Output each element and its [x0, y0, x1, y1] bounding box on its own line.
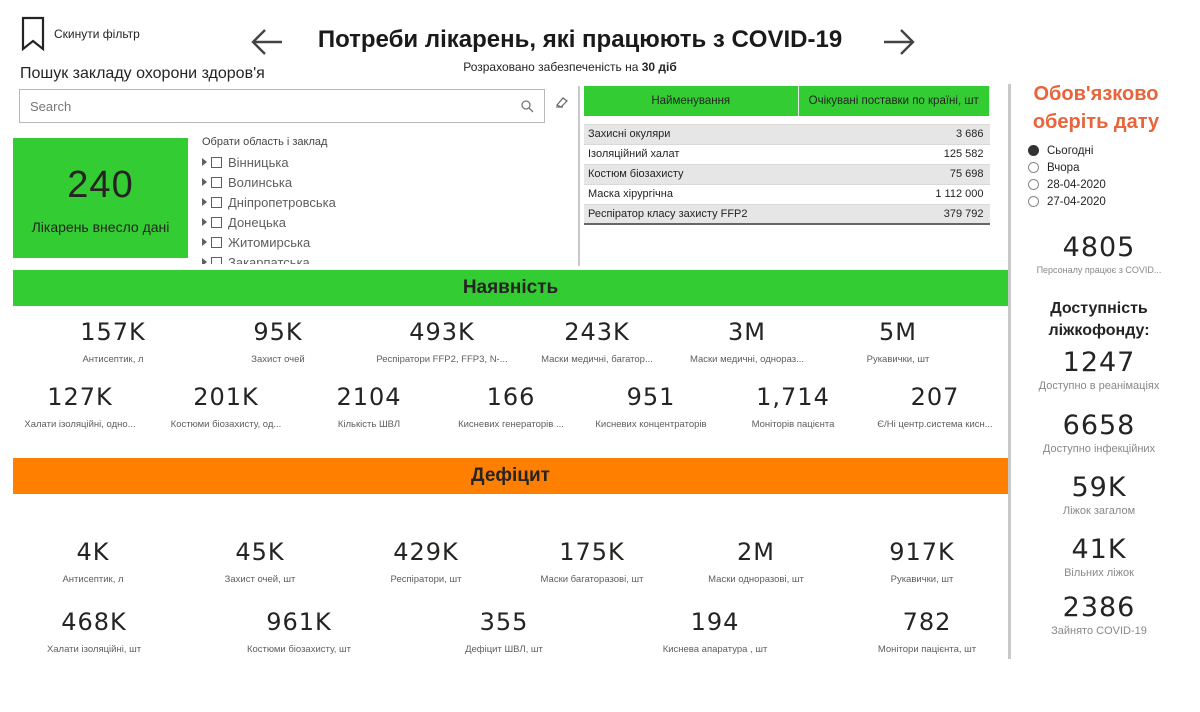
kpi-card: 5M Рукавички, шт — [866, 318, 930, 365]
kpi-card: 355 Дефіцит ШВЛ, шт — [465, 608, 543, 655]
slicer-item-zhytomyrska[interactable]: Житомирська — [202, 232, 572, 252]
kpi-card: 468K Халати ізоляційні, шт — [46, 608, 142, 655]
back-arrow-icon[interactable] — [250, 27, 284, 57]
region-slicer-header: Обрати область і заклад — [202, 136, 328, 148]
kpi-card: 127K Халати ізоляційні, одно... — [24, 383, 136, 430]
beds-kpi: 2386 Зайнято COVID-19 — [1051, 592, 1147, 637]
kpi-card: 243K Маски медичні, багатор... — [541, 318, 653, 365]
hospitals-count-card: 240 Лікарень внесло дані — [13, 138, 188, 258]
table-header-row: Найменування Очікувані поставки по країн… — [584, 86, 990, 116]
eraser-icon[interactable] — [555, 95, 569, 109]
kpi-card: 1,714 Моніторів пацієнта — [751, 383, 835, 430]
radio-button[interactable] — [1028, 179, 1039, 190]
table-row: Костюм біозахисту 75 698 — [584, 164, 990, 185]
checkbox[interactable] — [211, 176, 222, 188]
kpi-card: 166 Кисневих генераторів ... — [458, 383, 564, 430]
kpi-card: 429K Респіратори, шт — [390, 538, 462, 585]
column-header[interactable]: Найменування — [584, 86, 799, 116]
kpi-card: 2M Маски одноразові, шт — [708, 538, 804, 585]
kpi-card: 95K Захист очей — [251, 318, 305, 365]
table-row: Респіратор класу захисту FFP2 379 792 — [584, 204, 990, 225]
checkbox[interactable] — [211, 196, 222, 208]
radio-button[interactable] — [1028, 196, 1039, 207]
table-row: Маска хірургічна 1 112 000 — [584, 184, 990, 205]
divider — [1008, 84, 1011, 659]
kpi-card: 4K Антисептик, л — [62, 538, 124, 585]
slicer-item-donetska[interactable]: Донецька — [202, 212, 572, 232]
kpi-card: 951 Кисневих концентраторів — [595, 383, 707, 430]
beds-kpi: 41K Вільних ліжок — [1064, 534, 1134, 579]
hospitals-count-label: Лікарень внесло дані — [31, 219, 170, 235]
availability-header: Наявність — [13, 270, 1008, 306]
forward-arrow-icon[interactable] — [882, 27, 916, 57]
date-option-yesterday[interactable]: Вчора — [1028, 159, 1178, 176]
deficit-header: Дефіцит — [13, 458, 1008, 494]
page-title: Потреби лікарень, які працюють з COVID-1… — [317, 26, 843, 53]
beds-kpi: 6658 Доступно інфекційних — [1042, 410, 1156, 455]
kpi-card: 493K Респіратори FFP2, FFP3, N-... — [376, 318, 508, 365]
table-row: Захисні окуляри 3 686 — [584, 124, 990, 145]
kpi-card: 157K Антисептик, л — [80, 318, 146, 365]
checkbox[interactable] — [211, 156, 222, 168]
kpi-card: 207 Є/Ні центр.система кисн... — [877, 383, 993, 430]
date-option-28-04[interactable]: 28-04-2020 — [1028, 176, 1178, 193]
search-label: Пошук закладу охорони здоров'я — [20, 65, 265, 82]
search-box[interactable] — [19, 89, 545, 123]
bookmark-icon — [21, 16, 45, 52]
radio-button[interactable] — [1028, 145, 1039, 156]
search-input[interactable] — [30, 98, 520, 114]
staff-kpi: 4805 Персоналу працює з COVID... — [1036, 232, 1162, 275]
kpi-card: 175K Маски багаторазові, шт — [540, 538, 644, 585]
kpi-card: 917K Рукавички, шт — [889, 538, 955, 585]
beds-title: Доступність ліжкофонду: — [1048, 300, 1150, 339]
table-row — [584, 116, 990, 125]
slicer-item-zakarpatska[interactable]: Закарпатська — [202, 252, 572, 264]
slicer-item-dnipropetrovska[interactable]: Дніпропетровська — [202, 192, 572, 212]
kpi-card: 3M Маски медичні, однораз... — [689, 318, 805, 365]
slicer-item-volynska[interactable]: Волинська — [202, 172, 572, 192]
reset-filter-button[interactable]: Скинути фільтр — [18, 14, 158, 54]
divider — [578, 86, 580, 266]
kpi-card: 45K Захист очей, шт — [224, 538, 296, 585]
kpi-card: 194 Киснева апаратура , шт — [662, 608, 768, 655]
expand-icon[interactable] — [202, 218, 207, 226]
expand-icon[interactable] — [202, 198, 207, 206]
checkbox[interactable] — [211, 216, 222, 228]
kpi-card: 201K Костюми біозахисту, од... — [170, 383, 282, 430]
search-icon[interactable] — [520, 99, 534, 113]
expand-icon[interactable] — [202, 178, 207, 186]
beds-kpi: 59K Ліжок загалом — [1062, 472, 1136, 517]
column-header[interactable]: Очікувані поставки по країні, шт — [798, 86, 990, 116]
radio-button[interactable] — [1028, 162, 1039, 173]
date-option-27-04[interactable]: 27-04-2020 — [1028, 193, 1178, 210]
kpi-card: 2104 Кількість ШВЛ — [336, 383, 402, 430]
hospitals-count-value: 240 — [67, 164, 134, 206]
checkbox[interactable] — [211, 256, 222, 264]
date-option-today[interactable]: Сьогодні — [1028, 142, 1178, 159]
page-subtitle: Розраховано забезпеченість на 30 діб — [463, 60, 677, 74]
expand-icon[interactable] — [202, 238, 207, 246]
table-row: Ізоляційний халат 125 582 — [584, 144, 990, 165]
kpi-card: 961K Костюми біозахисту, шт — [246, 608, 352, 655]
kpi-card: 782 Монітори пацієнта, шт — [877, 608, 977, 655]
region-slicer: Обрати область і заклад Вінницька Волинс… — [202, 136, 572, 264]
supply-table: Найменування Очікувані поставки по країн… — [584, 86, 990, 225]
slicer-item-vinnytska[interactable]: Вінницька — [202, 152, 572, 172]
expand-icon[interactable] — [202, 158, 207, 166]
reset-filter-label: Скинути фільтр — [54, 27, 140, 41]
expand-icon[interactable] — [202, 258, 207, 264]
beds-kpi: 1247 Доступно в реанімаціях — [1038, 347, 1160, 392]
date-panel-title: Обов'язково оберіть дату — [1032, 83, 1160, 133]
checkbox[interactable] — [211, 236, 222, 248]
